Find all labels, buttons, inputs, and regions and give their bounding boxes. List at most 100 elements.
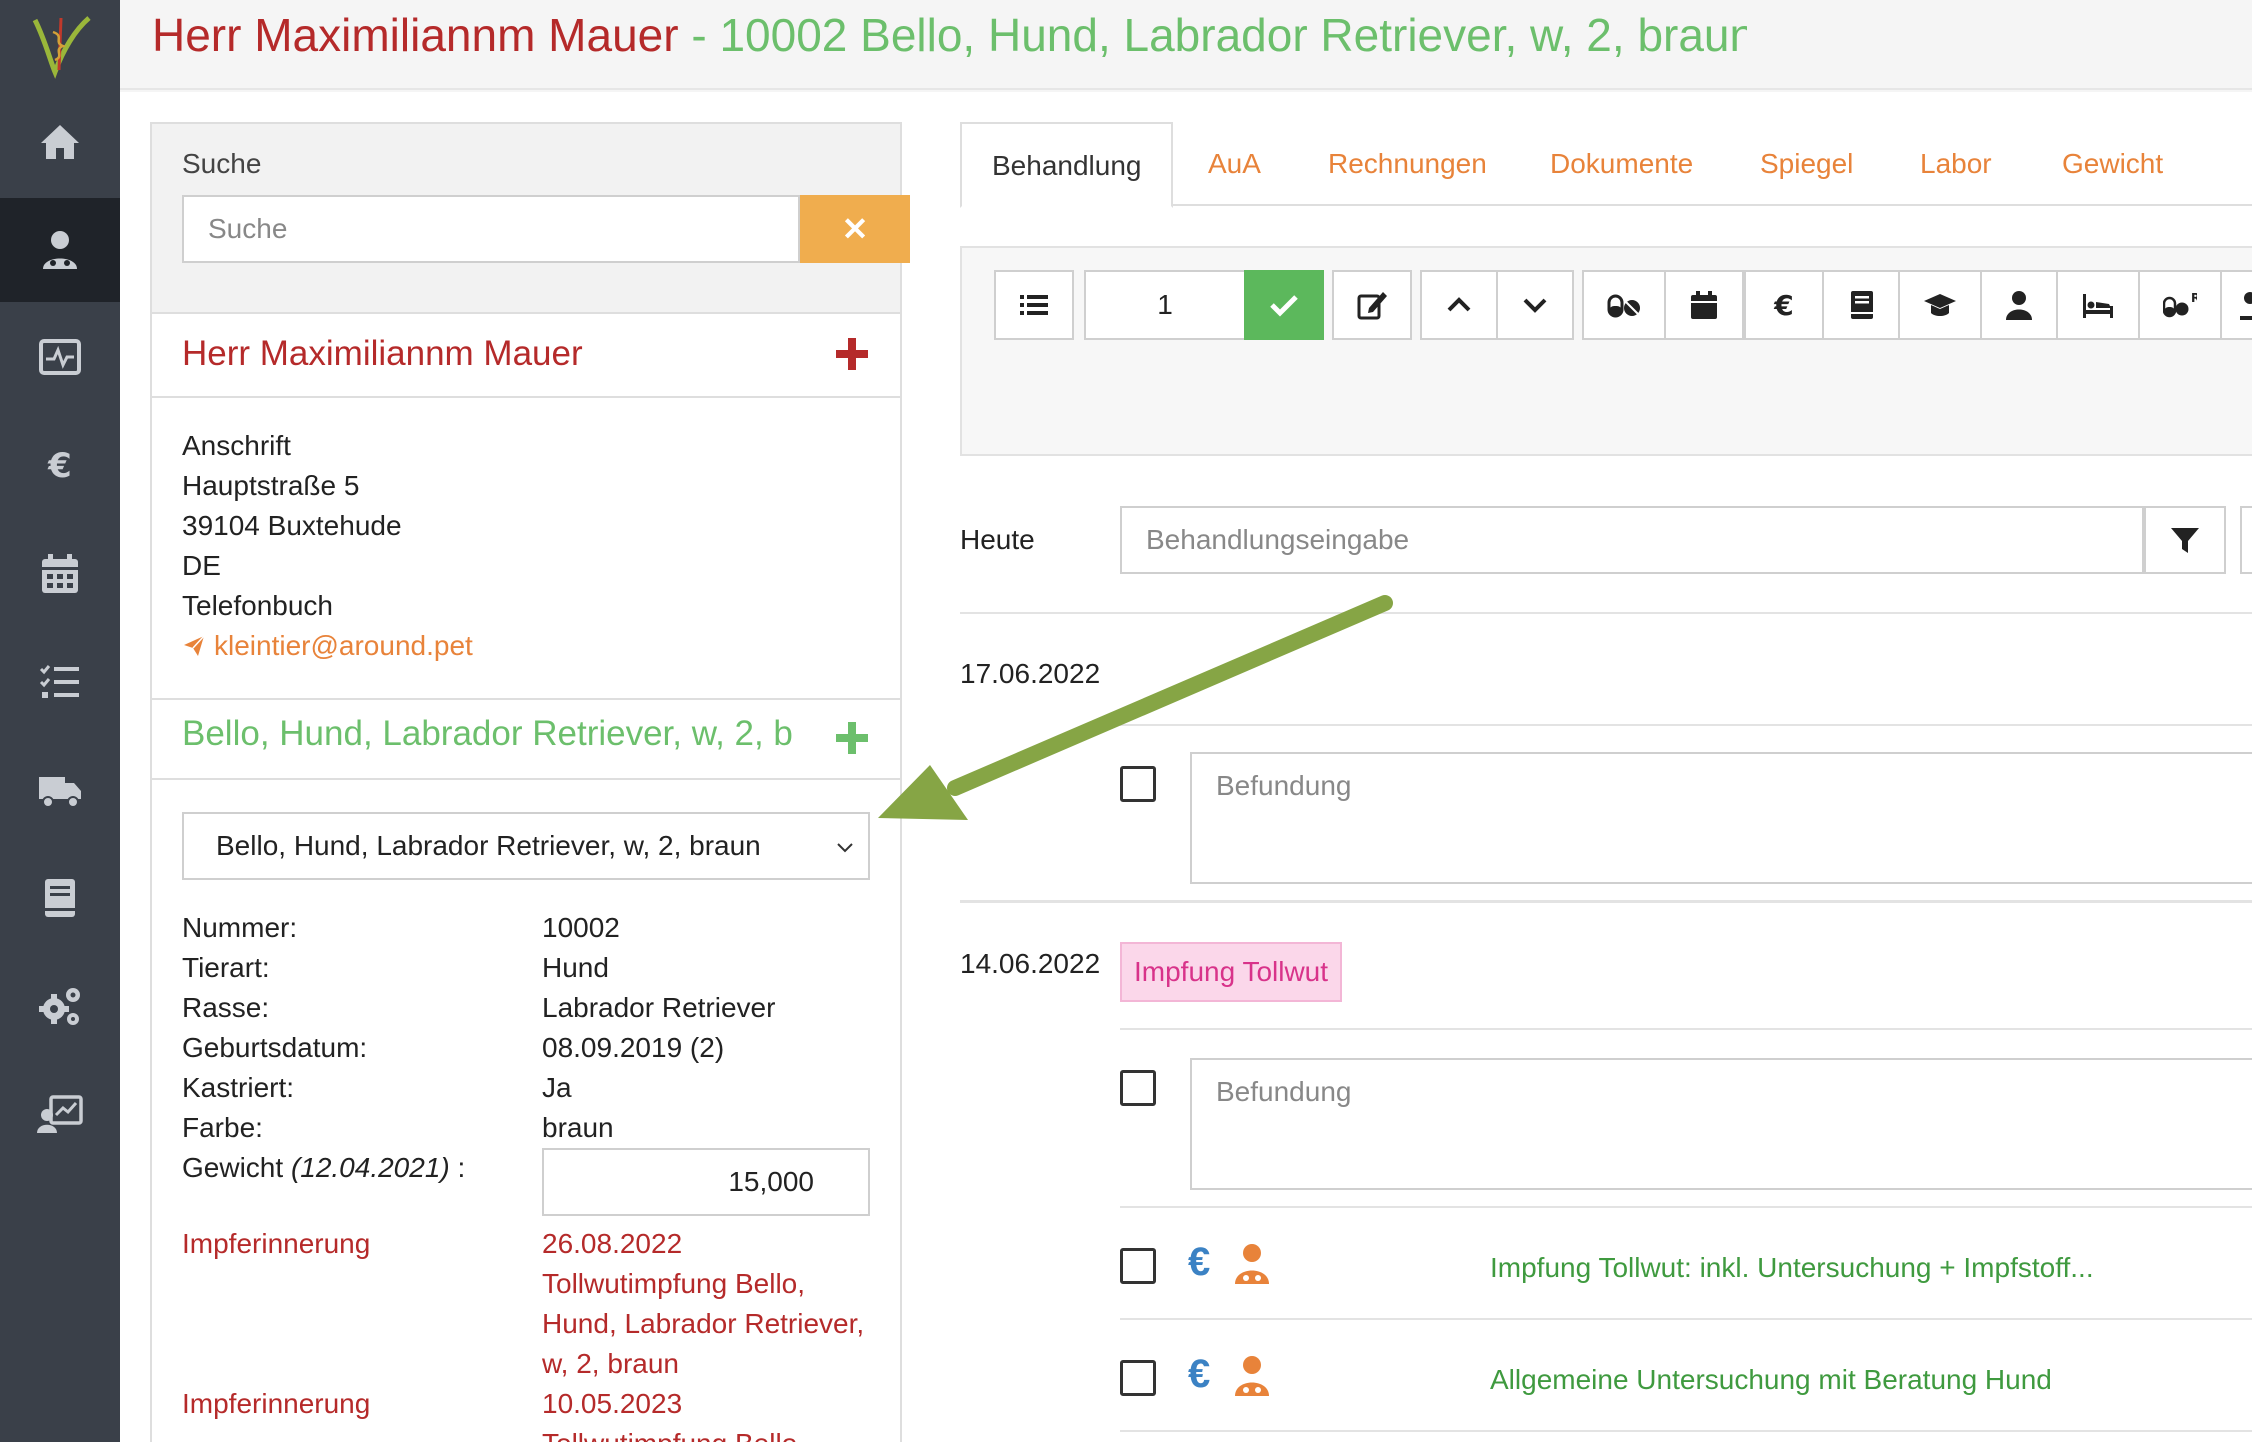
detail-label: Geburtsdatum:: [182, 1032, 368, 1063]
filter-icon: [2171, 528, 2199, 553]
search-clear-button[interactable]: ✕: [800, 195, 910, 263]
owner-row[interactable]: Herr Maximiliannm Mauer: [152, 316, 900, 398]
detail-row: Geburtsdatum: 08.09.2019 (2): [182, 1028, 882, 1068]
animal-name[interactable]: Bello, Hund, Labrador Retriever, w, 2, b…: [182, 714, 794, 754]
tab-labor[interactable]: Labor: [1920, 122, 1992, 206]
svg-text:R: R: [2191, 291, 2197, 305]
chevron-down-icon: [837, 843, 853, 853]
sidebar-item-finance[interactable]: €: [0, 414, 120, 518]
prescription-button[interactable]: R: [2138, 270, 2222, 340]
sidebar-item-calendar[interactable]: [0, 522, 120, 626]
weight-input[interactable]: [542, 1148, 870, 1216]
sidebar-item-home[interactable]: [0, 90, 120, 194]
sidebar-item-patients[interactable]: [0, 198, 120, 302]
sidebar-item-book[interactable]: [0, 846, 120, 950]
more-button[interactable]: [2240, 506, 2252, 574]
entry-checkbox[interactable]: [1120, 1070, 1156, 1106]
app-logo[interactable]: [0, 0, 120, 90]
item-checkbox[interactable]: [1120, 1248, 1156, 1284]
line-item-text[interactable]: Impfung Tollwut: inkl. Untersuchung + Im…: [1490, 1252, 2094, 1284]
move-down-button[interactable]: [1496, 270, 1574, 340]
veterinarian-icon[interactable]: [1232, 1354, 1272, 1398]
sidebar-item-tasks[interactable]: [0, 630, 120, 734]
move-up-button[interactable]: [1420, 270, 1498, 340]
email-link[interactable]: kleintier@around.pet: [182, 626, 473, 666]
settings-icon: [39, 988, 80, 1025]
list-button[interactable]: [994, 270, 1074, 340]
phonebook-label: Telefonbuch: [182, 590, 334, 621]
appointment-button[interactable]: [1664, 270, 1744, 340]
reminder-text: Tollwutimpfung Bello, Hund, Labrador Ret…: [542, 1268, 865, 1379]
chevron-down-icon: [1523, 298, 1547, 313]
book-icon: [1851, 291, 1873, 319]
animal-details: Nummer: 10002 Tierart: Hund Rasse: Labrador…: [182, 908, 882, 1442]
tab-aua[interactable]: AuA: [1208, 122, 1261, 206]
svg-text:€: €: [1773, 289, 1793, 322]
book-button[interactable]: [1822, 270, 1902, 340]
treatment-tag[interactable]: Impfung Tollwut: [1120, 942, 1343, 1002]
euro-icon[interactable]: €: [1188, 1352, 1210, 1397]
inpatient-button[interactable]: [2056, 270, 2140, 340]
vaccination-reminder[interactable]: Impferinnerung 10.05.2023 Tollwutimpfung…: [182, 1384, 882, 1442]
edit-button[interactable]: [1332, 270, 1412, 340]
invoice-button[interactable]: €: [1744, 270, 1824, 340]
user-partial-icon: [2240, 292, 2252, 320]
sidebar-item-statistics[interactable]: [0, 1062, 120, 1166]
entry-date: 17.06.2022: [960, 658, 1101, 689]
detail-row: Tierart: Hund: [182, 948, 882, 988]
page-header: Herr Maximiliannm Mauer - 10002 Bello, H…: [120, 0, 2252, 90]
detail-value: 08.09.2019 (2): [542, 1032, 725, 1063]
tab-gewicht[interactable]: Gewicht: [2062, 122, 2163, 206]
paper-plane-icon: [184, 635, 205, 656]
treatment-input[interactable]: [1120, 506, 2144, 574]
add-animal-plus-icon[interactable]: [832, 718, 872, 758]
home-icon: [41, 125, 79, 159]
tab-dokumente[interactable]: Dokumente: [1550, 122, 1693, 206]
tab-behandlung[interactable]: Behandlung: [960, 122, 1174, 208]
graduation-cap-icon: [1924, 294, 1956, 316]
tasks-icon: [39, 665, 79, 698]
item-checkbox[interactable]: [1120, 1360, 1156, 1396]
entry-date: 14.06.2022: [960, 948, 1101, 979]
detail-value: Ja: [542, 1072, 572, 1103]
person-button[interactable]: [1980, 270, 2058, 340]
sidebar-item-monitor[interactable]: [0, 306, 120, 410]
divider: [1120, 1028, 2252, 1030]
divider: [960, 900, 2252, 903]
vaccination-reminder[interactable]: Impferinnerung 26.08.2022 Tollwutimpfung…: [182, 1224, 882, 1384]
owner-name[interactable]: Herr Maximiliannm Mauer: [182, 334, 583, 374]
filter-button[interactable]: [2144, 506, 2226, 574]
detail-row: Nummer: 10002: [182, 908, 882, 948]
search-section: Suche ✕: [152, 124, 910, 314]
entry-checkbox[interactable]: [1120, 766, 1156, 802]
tab-spiegel[interactable]: Spiegel: [1760, 122, 1853, 206]
address-street: Hauptstraße 5: [182, 470, 360, 501]
animal-select[interactable]: Bello, Hund, Labrador Retriever, w, 2, b…: [182, 812, 870, 880]
close-icon: ✕: [841, 211, 869, 247]
medication-button[interactable]: [1582, 270, 1666, 340]
education-button[interactable]: [1898, 270, 1982, 340]
tab-rechnungen[interactable]: Rechnungen: [1328, 122, 1487, 206]
address-city: 39104 Buxtehude: [182, 510, 402, 541]
sidebar-item-delivery[interactable]: [0, 738, 120, 842]
euro-icon[interactable]: €: [1188, 1240, 1210, 1285]
detail-row: Kastriert: Ja: [182, 1068, 882, 1108]
search-input[interactable]: [182, 195, 800, 263]
veterinarian-icon[interactable]: [1232, 1242, 1272, 1286]
confirm-button[interactable]: [1244, 270, 1324, 340]
animal-row[interactable]: Bello, Hund, Labrador Retriever, w, 2, b…: [152, 698, 900, 780]
add-owner-plus-icon[interactable]: [832, 334, 872, 374]
more-toolbar-button[interactable]: [2220, 270, 2252, 340]
email-address[interactable]: kleintier@around.pet: [214, 626, 473, 666]
findings-textarea[interactable]: [1190, 752, 2252, 884]
quantity-input[interactable]: [1084, 270, 1246, 340]
line-item-text[interactable]: Allgemeine Untersuchung mit Beratung Hun…: [1490, 1364, 2052, 1396]
sidebar-item-settings[interactable]: [0, 954, 120, 1058]
today-label: Heute: [960, 524, 1035, 555]
detail-label: Nummer:: [182, 912, 298, 943]
detail-value: 10002: [542, 912, 620, 943]
page-title: Herr Maximiliannm Mauer - 10002 Bello, H…: [152, 8, 1747, 62]
weight-row: Gewicht (12.04.2021) :: [182, 1148, 882, 1232]
reminder-date: 10.05.2023: [542, 1388, 683, 1419]
findings-textarea[interactable]: [1190, 1058, 2252, 1190]
